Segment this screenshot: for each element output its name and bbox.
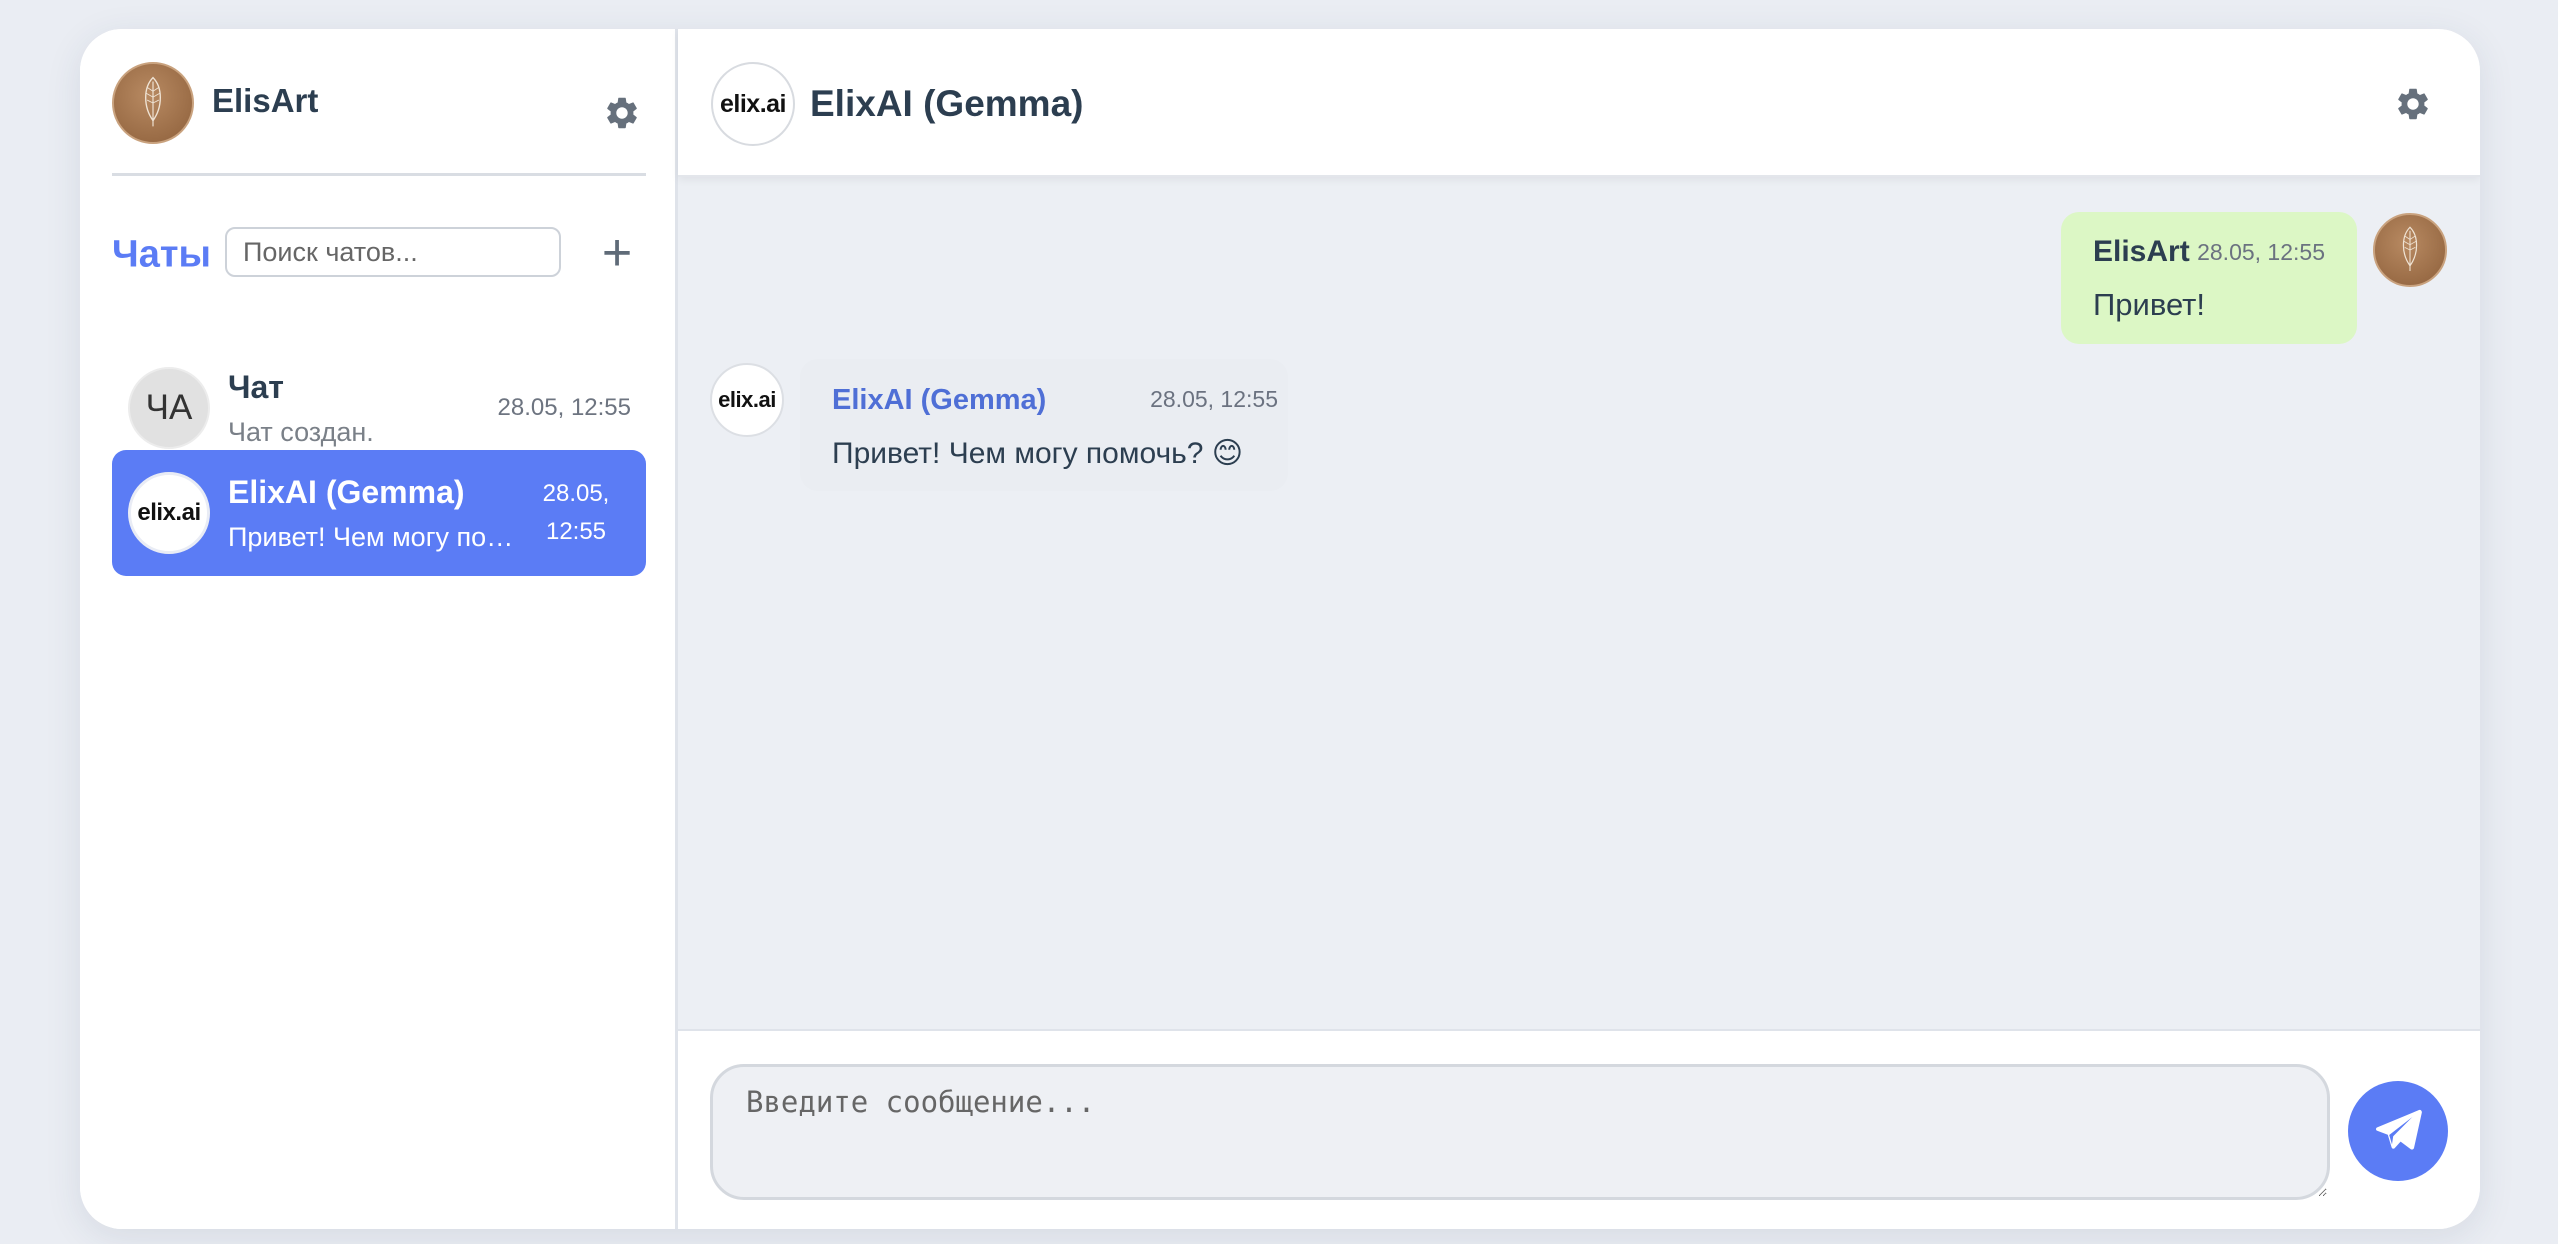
- chat-app: ElisArt Чаты + ЧА Чат Чат создан. 28.05,…: [80, 29, 2480, 1229]
- message-time: 28.05, 12:55: [1150, 386, 1278, 412]
- sidebar: ElisArt Чаты + ЧА Чат Чат создан. 28.05,…: [80, 29, 678, 1229]
- elix-logo: elix.ai: [718, 387, 776, 412]
- message-input[interactable]: [710, 1064, 2330, 1200]
- chats-title: Чаты: [112, 233, 211, 276]
- bot-avatar: elix.ai: [710, 363, 784, 437]
- chat-name: Чат: [228, 369, 284, 405]
- add-chat-button[interactable]: +: [592, 223, 642, 283]
- message-text: Привет! Чем могу помочь? 😊: [832, 437, 1244, 470]
- chat-title: ElixAI (Gemma): [810, 83, 1084, 124]
- chats-header: Чаты +: [112, 219, 646, 282]
- feather-icon: [2402, 226, 2418, 271]
- gear-icon[interactable]: [603, 94, 641, 132]
- message-text: Привет!: [2093, 287, 2205, 322]
- send-button[interactable]: [2348, 1081, 2448, 1181]
- chat-avatar: ЧА: [128, 367, 210, 449]
- message-author: ElisArt: [2093, 235, 2190, 268]
- message-composer: [678, 1029, 2480, 1229]
- chat-preview: Привет! Чем могу помочь? 😊: [228, 522, 528, 552]
- elix-logo: elix.ai: [720, 89, 787, 118]
- chat-name: ElixAI (Gemma): [228, 474, 465, 510]
- gear-icon[interactable]: [2394, 85, 2432, 123]
- message-list: ElisArt 28.05, 12:55 Привет! elix.ai Eli…: [678, 179, 2480, 1029]
- chat-time: 28.05, 12:55: [497, 394, 631, 421]
- chat-list-item-active[interactable]: elix.ai ElixAI (Gemma) Привет! Чем могу …: [112, 450, 646, 576]
- profile-header: ElisArt: [112, 62, 646, 176]
- chat-time: 28.05, 12:55: [542, 480, 610, 545]
- user-avatar: [2373, 213, 2447, 287]
- user-avatar[interactable]: [112, 62, 194, 144]
- bot-message: ElixAI (Gemma) 28.05, 12:55 Привет! Чем …: [800, 359, 1288, 491]
- chat-preview: Чат создан.: [228, 417, 374, 447]
- paper-plane-icon: [2376, 1109, 2422, 1150]
- message-author: ElixAI (Gemma): [832, 384, 1047, 416]
- elix-logo: elix.ai: [137, 499, 201, 526]
- user-message: ElisArt 28.05, 12:55 Привет!: [2061, 212, 2357, 344]
- chat-main: elix.ai ElixAI (Gemma) ElisArt 28.05, 12…: [678, 29, 2480, 1229]
- chat-header-avatar: elix.ai: [711, 62, 795, 146]
- message-time: 28.05, 12:55: [2197, 239, 2325, 265]
- feather-icon: [145, 76, 161, 127]
- chat-search-input[interactable]: [225, 227, 561, 277]
- chat-header: elix.ai ElixAI (Gemma): [678, 29, 2480, 177]
- chat-avatar: elix.ai: [128, 472, 210, 554]
- profile-name: ElisArt: [212, 82, 319, 119]
